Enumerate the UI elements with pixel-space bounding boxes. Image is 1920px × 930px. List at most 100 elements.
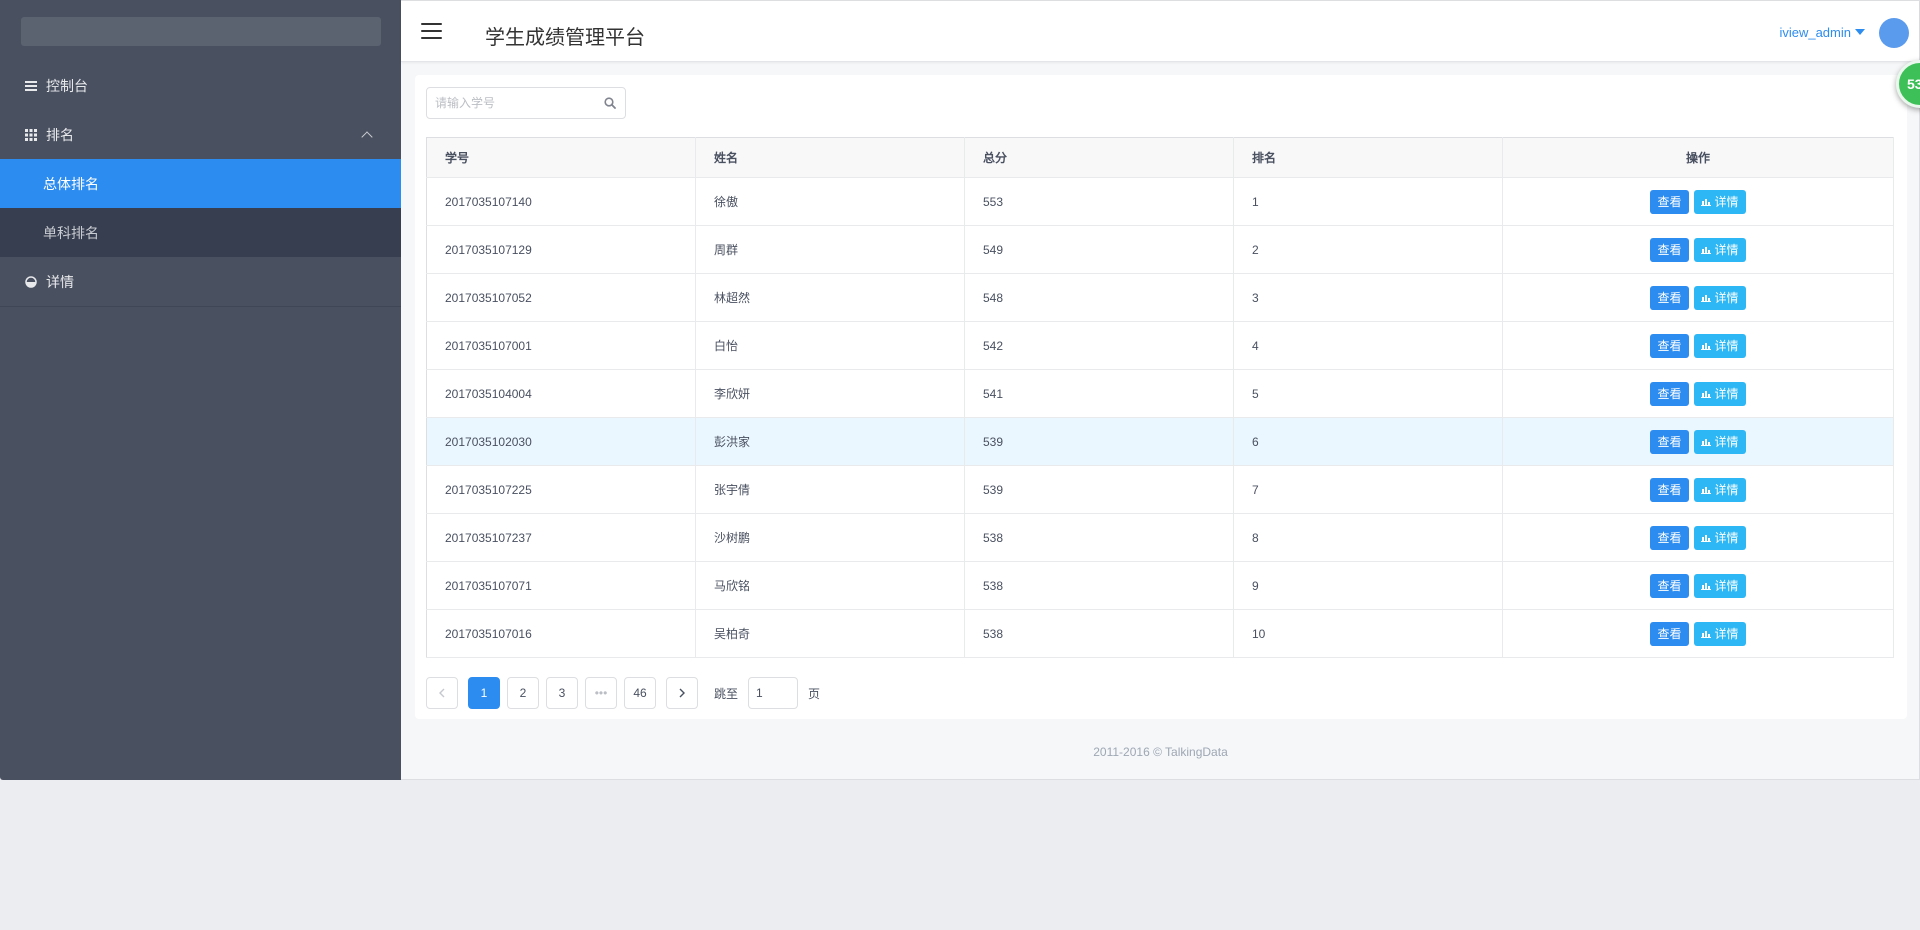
prev-page-button[interactable] <box>426 677 458 709</box>
cell-name: 李欣妍 <box>695 369 965 418</box>
table-body: 2017035107140 徐傲 553 1 查看 详情 2017035107129 周群 54… <box>426 177 1894 658</box>
detail-button-label: 详情 <box>1714 579 1739 593</box>
detail-button[interactable]: 详情 <box>1693 621 1746 646</box>
chevron-left-icon <box>439 688 445 698</box>
cell-name: 周群 <box>695 225 965 274</box>
detail-button[interactable]: 详情 <box>1693 333 1746 358</box>
cell-actions: 查看 详情 <box>1502 465 1894 514</box>
column-header-rank[interactable]: 排名 <box>1233 137 1503 178</box>
search-icon[interactable] <box>595 88 625 118</box>
cell-actions: 查看 详情 <box>1502 321 1894 370</box>
table-header-row: 学号 姓名 总分 排名 操作 <box>426 137 1894 178</box>
view-button[interactable]: 查看 <box>1650 477 1689 502</box>
pie-chart-icon <box>24 275 38 289</box>
view-button-label: 查看 <box>1657 339 1682 353</box>
avatar[interactable] <box>1879 18 1909 48</box>
cell-rank: 4 <box>1233 321 1503 370</box>
sidebar-item-overall-ranking[interactable]: 总体排名 <box>0 159 401 208</box>
view-button-label: 查看 <box>1657 627 1682 641</box>
cell-actions: 查看 详情 <box>1502 369 1894 418</box>
cell-name: 彭洪家 <box>695 417 965 466</box>
bar-chart-icon <box>1700 533 1711 542</box>
detail-button[interactable]: 详情 <box>1693 525 1746 550</box>
detail-button[interactable]: 详情 <box>1693 189 1746 214</box>
bar-chart-icon <box>1700 389 1711 398</box>
view-button-label: 查看 <box>1657 195 1682 209</box>
view-button[interactable]: 查看 <box>1650 333 1689 358</box>
column-header-actions: 操作 <box>1502 137 1894 178</box>
detail-button-label: 详情 <box>1714 435 1739 449</box>
column-header-total-score[interactable]: 总分 <box>964 137 1234 178</box>
detail-button[interactable]: 详情 <box>1693 573 1746 598</box>
view-button[interactable]: 查看 <box>1650 525 1689 550</box>
column-header-student-id[interactable]: 学号 <box>426 137 696 178</box>
cell-actions: 查看 详情 <box>1502 513 1894 562</box>
view-button[interactable]: 查看 <box>1650 381 1689 406</box>
table-row: 2017035107071 马欣铭 538 9 查看 详情 <box>426 561 1894 610</box>
cell-student-id: 2017035104004 <box>426 369 696 418</box>
bar-chart-icon <box>1700 245 1711 254</box>
footer-copyright: 2011-2016 © TalkingData <box>1093 745 1228 759</box>
cell-total-score: 541 <box>964 369 1234 418</box>
grid-icon <box>24 128 38 142</box>
cell-name: 吴柏奇 <box>695 609 965 658</box>
cell-rank: 8 <box>1233 513 1503 562</box>
next-page-button[interactable] <box>666 677 698 709</box>
table-row: 2017035107140 徐傲 553 1 查看 详情 <box>426 177 1894 226</box>
jump-page-input[interactable] <box>748 677 799 709</box>
page-button-46[interactable]: 46 <box>624 677 656 709</box>
view-button[interactable]: 查看 <box>1650 429 1689 454</box>
user-dropdown[interactable]: iview_admin <box>1779 25 1865 40</box>
search-box <box>426 87 626 119</box>
cell-rank: 2 <box>1233 225 1503 274</box>
page-ellipsis-button[interactable]: ••• <box>585 677 617 709</box>
cell-name: 马欣铭 <box>695 561 965 610</box>
bar-chart-icon <box>1700 437 1711 446</box>
detail-button-label: 详情 <box>1714 243 1739 257</box>
sidebar-item-subject-ranking[interactable]: 单科排名 <box>0 208 401 257</box>
view-button[interactable]: 查看 <box>1650 285 1689 310</box>
bar-chart-icon <box>1700 341 1711 350</box>
page-button-3[interactable]: 3 <box>546 677 578 709</box>
view-button-label: 查看 <box>1657 435 1682 449</box>
cell-student-id: 2017035107237 <box>426 513 696 562</box>
sidebar-item-ranking[interactable]: 排名 <box>0 110 401 159</box>
detail-button[interactable]: 详情 <box>1693 381 1746 406</box>
view-button-label: 查看 <box>1657 483 1682 497</box>
detail-button[interactable]: 详情 <box>1693 429 1746 454</box>
cell-actions: 查看 详情 <box>1502 273 1894 322</box>
detail-button[interactable]: 详情 <box>1693 285 1746 310</box>
search-input[interactable] <box>427 89 595 117</box>
detail-button[interactable]: 详情 <box>1693 237 1746 262</box>
view-button[interactable]: 查看 <box>1650 189 1689 214</box>
jump-label: 跳至 <box>714 686 739 701</box>
cell-actions: 查看 详情 <box>1502 417 1894 466</box>
detail-button[interactable]: 详情 <box>1693 477 1746 502</box>
cell-student-id: 2017035102030 <box>426 417 696 466</box>
view-button[interactable]: 查看 <box>1650 237 1689 262</box>
table-row: 2017035107129 周群 549 2 查看 详情 <box>426 225 1894 274</box>
sidebar-item-details[interactable]: 详情 <box>0 257 401 306</box>
page-button-2[interactable]: 2 <box>507 677 539 709</box>
app-window: 控制台 排名 总体排名 单科排名 详情 学生成绩管理平台 iview_admin… <box>0 0 1920 780</box>
cell-name: 林超然 <box>695 273 965 322</box>
view-button[interactable]: 查看 <box>1650 573 1689 598</box>
cell-student-id: 2017035107071 <box>426 561 696 610</box>
page-button-1[interactable]: 1 <box>468 677 500 709</box>
column-header-name[interactable]: 姓名 <box>695 137 965 178</box>
bar-chart-icon <box>1700 485 1711 494</box>
cell-rank: 9 <box>1233 561 1503 610</box>
sidebar-item-label: 单科排名 <box>43 224 99 241</box>
cell-total-score: 553 <box>964 177 1234 226</box>
detail-button-label: 详情 <box>1714 483 1739 497</box>
sidebar-item-console[interactable]: 控制台 <box>0 61 401 110</box>
table-row: 2017035107052 林超然 548 3 查看 详情 <box>426 273 1894 322</box>
cell-total-score: 542 <box>964 321 1234 370</box>
sidebar-submenu-ranking: 总体排名 单科排名 <box>0 159 401 257</box>
cell-student-id: 2017035107129 <box>426 225 696 274</box>
caret-down-icon <box>1855 29 1865 35</box>
bar-chart-icon <box>1700 629 1711 638</box>
view-button[interactable]: 查看 <box>1650 621 1689 646</box>
menu-toggle-icon[interactable] <box>421 23 442 39</box>
cell-name: 徐傲 <box>695 177 965 226</box>
